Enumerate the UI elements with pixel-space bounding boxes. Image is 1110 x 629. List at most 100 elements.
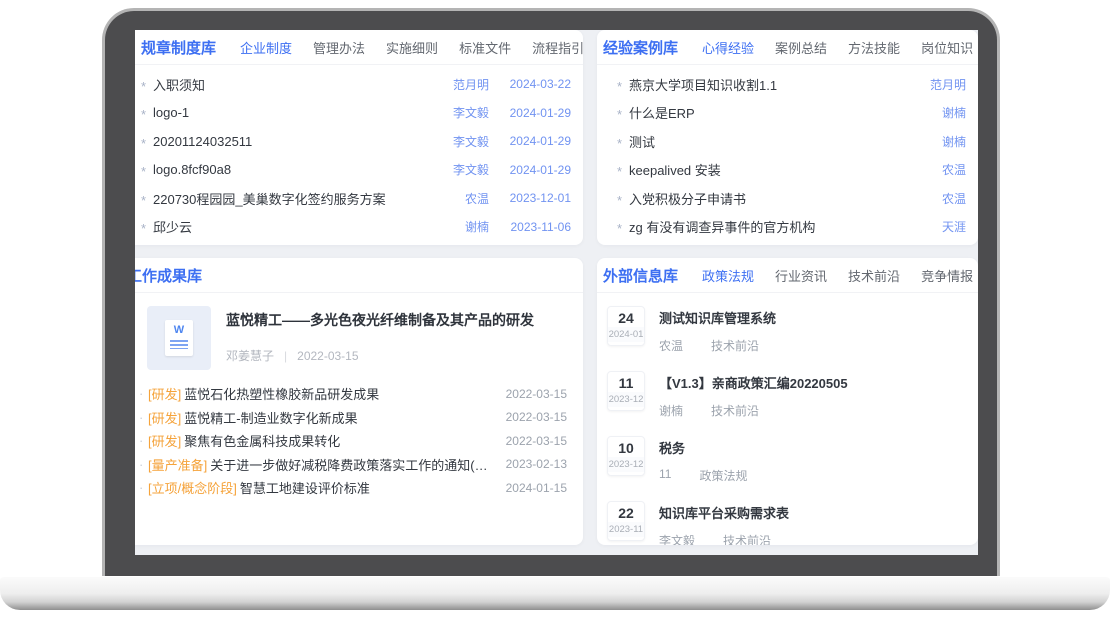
- category-label: 技术前沿: [711, 402, 759, 419]
- tab-企业制度[interactable]: 企业制度: [240, 38, 292, 57]
- dot-icon: [139, 410, 148, 425]
- doc-title: logo.8fcf90a8: [153, 162, 425, 177]
- panel-results-title[interactable]: 工作成果库: [135, 265, 202, 286]
- author-link[interactable]: 天涯: [902, 218, 966, 235]
- tab-流程指引[interactable]: 流程指引: [532, 38, 583, 57]
- author-link[interactable]: 李文毅: [425, 161, 489, 178]
- list-item[interactable]: [量产准备]关于进一步做好减税降费政策落实工作的通知(比对文档)2023-02-…: [139, 453, 567, 477]
- date-day: 24: [608, 307, 644, 327]
- list-item[interactable]: 测试谢楠: [617, 127, 966, 156]
- tab-管理办法[interactable]: 管理办法: [313, 38, 365, 57]
- list-item[interactable]: 燕京大学项目知识收割1.1范月明: [617, 70, 966, 99]
- author-link[interactable]: 11: [659, 467, 671, 484]
- doc-title: 入党积极分子申请书: [629, 189, 902, 208]
- author-link[interactable]: 农温: [659, 337, 683, 354]
- list-item[interactable]: 入党积极分子申请书农温: [617, 184, 966, 213]
- tab-行业资讯[interactable]: 行业资讯: [775, 266, 827, 285]
- panel-rules-header: 规章制度库 企业制度 管理办法 实施细则 标准文件 流程指引: [135, 30, 583, 65]
- author-link[interactable]: 谢楠: [902, 133, 966, 150]
- author-link[interactable]: 李文毅: [425, 133, 489, 150]
- panel-results-header: 工作成果库: [135, 258, 583, 293]
- list-item[interactable]: [研发]蓝悦石化热塑性橡胶新品研发成果2022-03-15: [139, 382, 567, 406]
- list-item[interactable]: 入职须知范月明2024-03-22: [141, 70, 571, 99]
- list-item[interactable]: [研发]蓝悦精工-制造业数字化新成果2022-03-15: [139, 406, 567, 430]
- list-item[interactable]: zg 有没有调查异事件的官方机构天涯: [617, 213, 966, 242]
- doc-title: 入职须知: [153, 75, 425, 94]
- tab-政策法规[interactable]: 政策法规: [702, 266, 754, 285]
- panel-experience-library: 经验案例库 心得经验案例总结方法技能岗位知识创新建议 燕京大学项目知识收割1.1…: [597, 30, 978, 245]
- featured-article[interactable]: W 蓝悦精工——多光色夜光纤维制备及其产品的研发 邓姜慧子 | 2022-03-…: [135, 293, 583, 378]
- bullet-icon: [141, 219, 153, 234]
- list-item[interactable]: 220730程园园_美巢数字化签约服务方案农温2023-12-01: [141, 184, 571, 213]
- list-item[interactable]: 20201124032511李文毅2024-01-29: [141, 127, 571, 156]
- author-link[interactable]: 谢楠: [425, 218, 489, 235]
- doc-date: 2024-01-29: [489, 134, 571, 148]
- date-day: 22: [608, 502, 644, 522]
- author-link[interactable]: 李文毅: [425, 104, 489, 121]
- stage-tag: [研发]: [148, 384, 181, 403]
- author-link[interactable]: 谢楠: [659, 402, 683, 419]
- doc-meta: 11 政策法规: [659, 467, 964, 484]
- bullet-icon: [617, 77, 629, 92]
- tab-心得经验[interactable]: 心得经验: [702, 38, 754, 57]
- panel-experience-title[interactable]: 经验案例库: [603, 37, 678, 58]
- tab-实施细则[interactable]: 实施细则: [386, 38, 438, 57]
- featured-title[interactable]: 蓝悦精工——多光色夜光纤维制备及其产品的研发: [226, 310, 534, 330]
- list-item[interactable]: keepalived 安装农温: [617, 156, 966, 185]
- author-link[interactable]: 农温: [902, 190, 966, 207]
- tab-岗位知识[interactable]: 岗位知识: [921, 38, 973, 57]
- doc-date: 2022-03-15: [506, 410, 567, 424]
- stage-tag: [量产准备]: [148, 455, 207, 474]
- ext-info: 测试知识库管理系统农温技术前沿: [659, 306, 964, 354]
- doc-title: 220730程园园_美巢数字化签约服务方案: [153, 189, 425, 208]
- ext-info: 税务 11 政策法规: [659, 436, 964, 484]
- tab-方法技能[interactable]: 方法技能: [848, 38, 900, 57]
- author-link[interactable]: 范月明: [902, 76, 966, 93]
- list-item[interactable]: 邱少云谢楠2023-11-06: [141, 213, 571, 242]
- doc-title: 测试知识库管理系统: [659, 308, 964, 327]
- panel-external-title[interactable]: 外部信息库: [603, 265, 678, 286]
- tab-竞争情报[interactable]: 竞争情报: [921, 266, 973, 285]
- category-label: 政策法规: [699, 467, 747, 484]
- dot-icon: [139, 480, 148, 495]
- bullet-icon: [617, 219, 629, 234]
- list-item[interactable]: 112023-12【V1.3】亲商政策汇编20220505谢楠技术前沿: [607, 371, 964, 419]
- list-item[interactable]: 242024-01 测试知识库管理系统农温技术前沿: [607, 306, 964, 354]
- date-day: 10: [608, 437, 644, 457]
- list-item[interactable]: logo.8fcf90a8李文毅2024-01-29: [141, 156, 571, 185]
- panel-rules-library: 规章制度库 企业制度管理办法实施细则标准文件流程指引 入职须知范月明2024-0…: [135, 30, 583, 245]
- stage-tag: [研发]: [148, 408, 181, 427]
- list-item[interactable]: 222023-11知识库平台采购需求表李文毅技术前沿: [607, 501, 964, 545]
- bullet-icon: [617, 162, 629, 177]
- author-link[interactable]: 农温: [425, 190, 489, 207]
- doc-title: 关于进一步做好减税降费政策落实工作的通知(比对文档): [210, 455, 497, 474]
- tab-案例总结[interactable]: 案例总结: [775, 38, 827, 57]
- tab-标准文件[interactable]: 标准文件: [459, 38, 511, 57]
- author-link[interactable]: 农温: [902, 161, 966, 178]
- list-item[interactable]: 什么是ERP谢楠: [617, 99, 966, 128]
- featured-date: 2022-03-15: [297, 349, 358, 363]
- doc-date: 2024-01-29: [489, 106, 571, 120]
- bullet-icon: [141, 162, 153, 177]
- panel-rules-title[interactable]: 规章制度库: [141, 37, 216, 58]
- date-month: 2024-01: [608, 327, 644, 342]
- list-item[interactable]: logo-1李文毅2024-01-29: [141, 99, 571, 128]
- doc-title: 税务: [659, 438, 964, 457]
- list-item[interactable]: 102023-12 税务 11 政策法规: [607, 436, 964, 484]
- date-box: 242024-01: [607, 306, 645, 346]
- list-item[interactable]: [立项/概念阶段]智慧工地建设评价标准2024-01-15: [139, 476, 567, 500]
- author-link[interactable]: 范月明: [425, 76, 489, 93]
- panel-external-library: 外部信息库 政策法规行业资讯技术前沿竞争情报 242024-01测试知识库管理系…: [597, 258, 978, 545]
- author-link[interactable]: 谢楠: [902, 104, 966, 121]
- doc-date: 2022-03-15: [506, 434, 567, 448]
- date-box: 102023-12: [607, 436, 645, 476]
- author-link[interactable]: 李文毅: [659, 532, 695, 545]
- tab-技术前沿[interactable]: 技术前沿: [848, 266, 900, 285]
- doc-date: 2023-12-01: [489, 191, 571, 205]
- featured-author[interactable]: 邓姜慧子: [226, 347, 274, 364]
- date-month: 2023-11: [608, 522, 644, 537]
- doc-title: keepalived 安装: [629, 160, 902, 179]
- rules-doc-list: 入职须知范月明2024-03-22logo-1李文毅2024-01-292020…: [135, 70, 583, 241]
- list-item[interactable]: [研发]聚焦有色金属科技成果转化2022-03-15: [139, 429, 567, 453]
- doc-date: 2024-01-29: [489, 163, 571, 177]
